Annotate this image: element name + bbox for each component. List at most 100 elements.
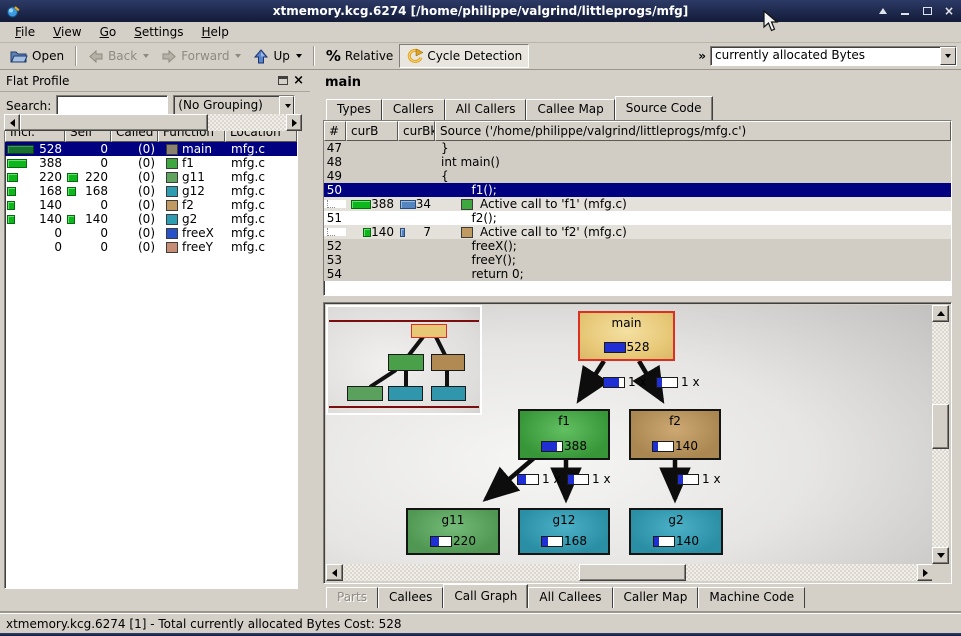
edge-label-main-f2[interactable]: 1 x [656, 375, 700, 389]
graph-node-f1[interactable]: f1 388 [518, 409, 610, 460]
tab-callers[interactable]: Callers [382, 99, 445, 120]
table-row-g11[interactable]: 220 220 (0) g11 mfg.c [5, 170, 297, 184]
scrollbar-corner [932, 564, 949, 581]
close-button[interactable]: × [941, 4, 957, 18]
open-button[interactable]: Open [4, 44, 70, 68]
cycle-detection-toggle-button[interactable]: Cycle Detection [399, 44, 529, 68]
tab-call-graph[interactable]: Call Graph [443, 584, 528, 608]
menu-go[interactable]: Go [91, 23, 126, 41]
tab-all-callers[interactable]: All Callers [445, 99, 527, 120]
scroll-left-button[interactable] [4, 114, 20, 131]
toolbar-overflow-chevron[interactable]: » [694, 49, 710, 63]
scroll-thumb[interactable] [579, 564, 686, 581]
shade-button[interactable] [875, 4, 891, 18]
dock-close-icon[interactable]: × [293, 76, 304, 86]
menu-help[interactable]: Help [192, 23, 237, 41]
graph-overview-minimap[interactable] [326, 305, 482, 415]
source-line[interactable]: 49 { [324, 169, 951, 183]
source-line[interactable]: 53 freeY(); [324, 253, 951, 267]
dock-titlebar[interactable]: Flat Profile × [0, 70, 310, 92]
combobox-arrow-button[interactable] [940, 47, 956, 65]
tab-types[interactable]: Types [326, 99, 382, 120]
source-line[interactable]: 48 int main() [324, 155, 951, 169]
relative-toggle-button[interactable]: % Relative [320, 44, 399, 68]
tree-branch-icon [327, 228, 335, 236]
titlebar[interactable]: xtmemory.kcg.6274 [/home/philippe/valgri… [0, 0, 961, 22]
scroll-up-button[interactable] [932, 305, 949, 322]
scroll-thumb[interactable] [932, 404, 949, 449]
source-line[interactable]: 52 freeX(); [324, 239, 951, 253]
table-row-g2[interactable]: 140 140 (0) g2 mfg.c [5, 212, 297, 226]
table-row-freeY[interactable]: 0 0 (0) freeY mfg.c [5, 240, 297, 254]
scroll-thumb[interactable] [20, 114, 208, 131]
graph-vscrollbar[interactable] [932, 305, 949, 564]
source-line[interactable]: 51 f2(); [324, 211, 951, 225]
menu-file[interactable]: File [6, 23, 44, 41]
table-row-f2[interactable]: 140 0 (0) f2 mfg.c [5, 198, 297, 212]
back-button[interactable]: Back [82, 44, 155, 68]
status-text: xtmemory.kcg.6274 [1] - Total currently … [6, 617, 401, 631]
tab-machine-code[interactable]: Machine Code [698, 587, 805, 608]
scroll-down-button[interactable] [932, 547, 949, 564]
minimize-button[interactable] [897, 4, 913, 18]
graph-node-main[interactable]: main 528 [578, 311, 675, 361]
incl-bar [7, 215, 15, 224]
source-line[interactable]: 47 } [324, 141, 951, 155]
search-input[interactable] [56, 95, 168, 116]
scroll-right-button[interactable] [286, 114, 302, 131]
forward-button[interactable]: Forward [155, 44, 247, 68]
graph-node-g2[interactable]: g2 140 [629, 508, 723, 555]
up-button[interactable]: Up [247, 44, 307, 68]
self-bar [67, 187, 76, 196]
forward-dropdown-arrow[interactable] [235, 54, 241, 58]
curB-bar [363, 228, 371, 237]
table-row-main[interactable]: 528 0 (0) main mfg.c [5, 142, 297, 156]
graph-node-g11[interactable]: g11 220 [406, 508, 500, 555]
table-row-freeX[interactable]: 0 0 (0) freeX mfg.c [5, 226, 297, 240]
source-line-selected[interactable]: 50 f1(); [324, 183, 951, 197]
tab-source-code[interactable]: Source Code [615, 96, 713, 120]
grouping-arrow-button[interactable] [279, 96, 294, 115]
open-icon [10, 49, 28, 64]
source-call-line[interactable]: 140 7 Active call to 'f2' (mfg.c) [324, 225, 951, 239]
edge-label-main-f1[interactable]: 1 x [603, 375, 647, 389]
up-dropdown-arrow[interactable] [296, 54, 302, 58]
vertical-splitter[interactable] [310, 70, 322, 613]
source-line[interactable]: 54 return 0; [324, 267, 951, 281]
edge-label-f1-g12[interactable]: 1 x [567, 472, 611, 486]
menu-view[interactable]: View [44, 23, 90, 41]
back-icon [88, 49, 104, 64]
application-window: xtmemory.kcg.6274 [/home/philippe/valgri… [0, 0, 961, 636]
table-row-f1[interactable]: 388 0 (0) f1 mfg.c [5, 156, 297, 170]
graph-hscrollbar[interactable] [326, 564, 934, 581]
flat-profile-table: Incl. Self Called Function Location 528 … [4, 121, 298, 589]
source-call-line[interactable]: 388 34 Active call to 'f1' (mfg.c) [324, 197, 951, 211]
edge-label-f1-g11[interactable]: 1 x [517, 472, 561, 486]
call-graph-canvas[interactable]: main 528 f1 388 f2 140 g11 220 [326, 305, 934, 564]
flat-profile-hscrollbar[interactable] [4, 114, 302, 131]
graph-node-f2[interactable]: f2 140 [629, 409, 721, 460]
maximize-button[interactable] [919, 4, 935, 18]
tab-all-callees[interactable]: All Callees [528, 587, 612, 608]
column-header-curB[interactable]: curB [346, 121, 398, 141]
tab-parts[interactable]: Parts [326, 587, 378, 608]
dock-float-icon[interactable] [278, 76, 288, 85]
graph-node-g12[interactable]: g12 168 [518, 508, 610, 555]
edge-label-f2-g2[interactable]: 1 x [677, 472, 721, 486]
column-header-line[interactable]: # [324, 121, 346, 141]
back-dropdown-arrow[interactable] [143, 54, 149, 58]
column-header-curBk[interactable]: curBk [398, 121, 435, 141]
grouping-combobox[interactable]: (No Grouping) [173, 95, 295, 116]
percent-icon: % [326, 47, 341, 65]
tab-callee-map[interactable]: Callee Map [526, 99, 614, 120]
tab-callees[interactable]: Callees [378, 587, 443, 608]
menu-settings[interactable]: Settings [125, 23, 192, 41]
self-bar [67, 215, 75, 224]
table-row-g12[interactable]: 168 168 (0) g12 mfg.c [5, 184, 297, 198]
column-header-source[interactable]: Source ('/home/philippe/valgrind/littlep… [435, 121, 951, 141]
event-type-combobox[interactable]: currently allocated Bytes [710, 46, 957, 66]
scroll-left-button[interactable] [326, 564, 343, 581]
tab-caller-map[interactable]: Caller Map [613, 587, 699, 608]
function-color-swatch [166, 158, 178, 169]
statusbar: xtmemory.kcg.6274 [1] - Total currently … [0, 613, 961, 633]
